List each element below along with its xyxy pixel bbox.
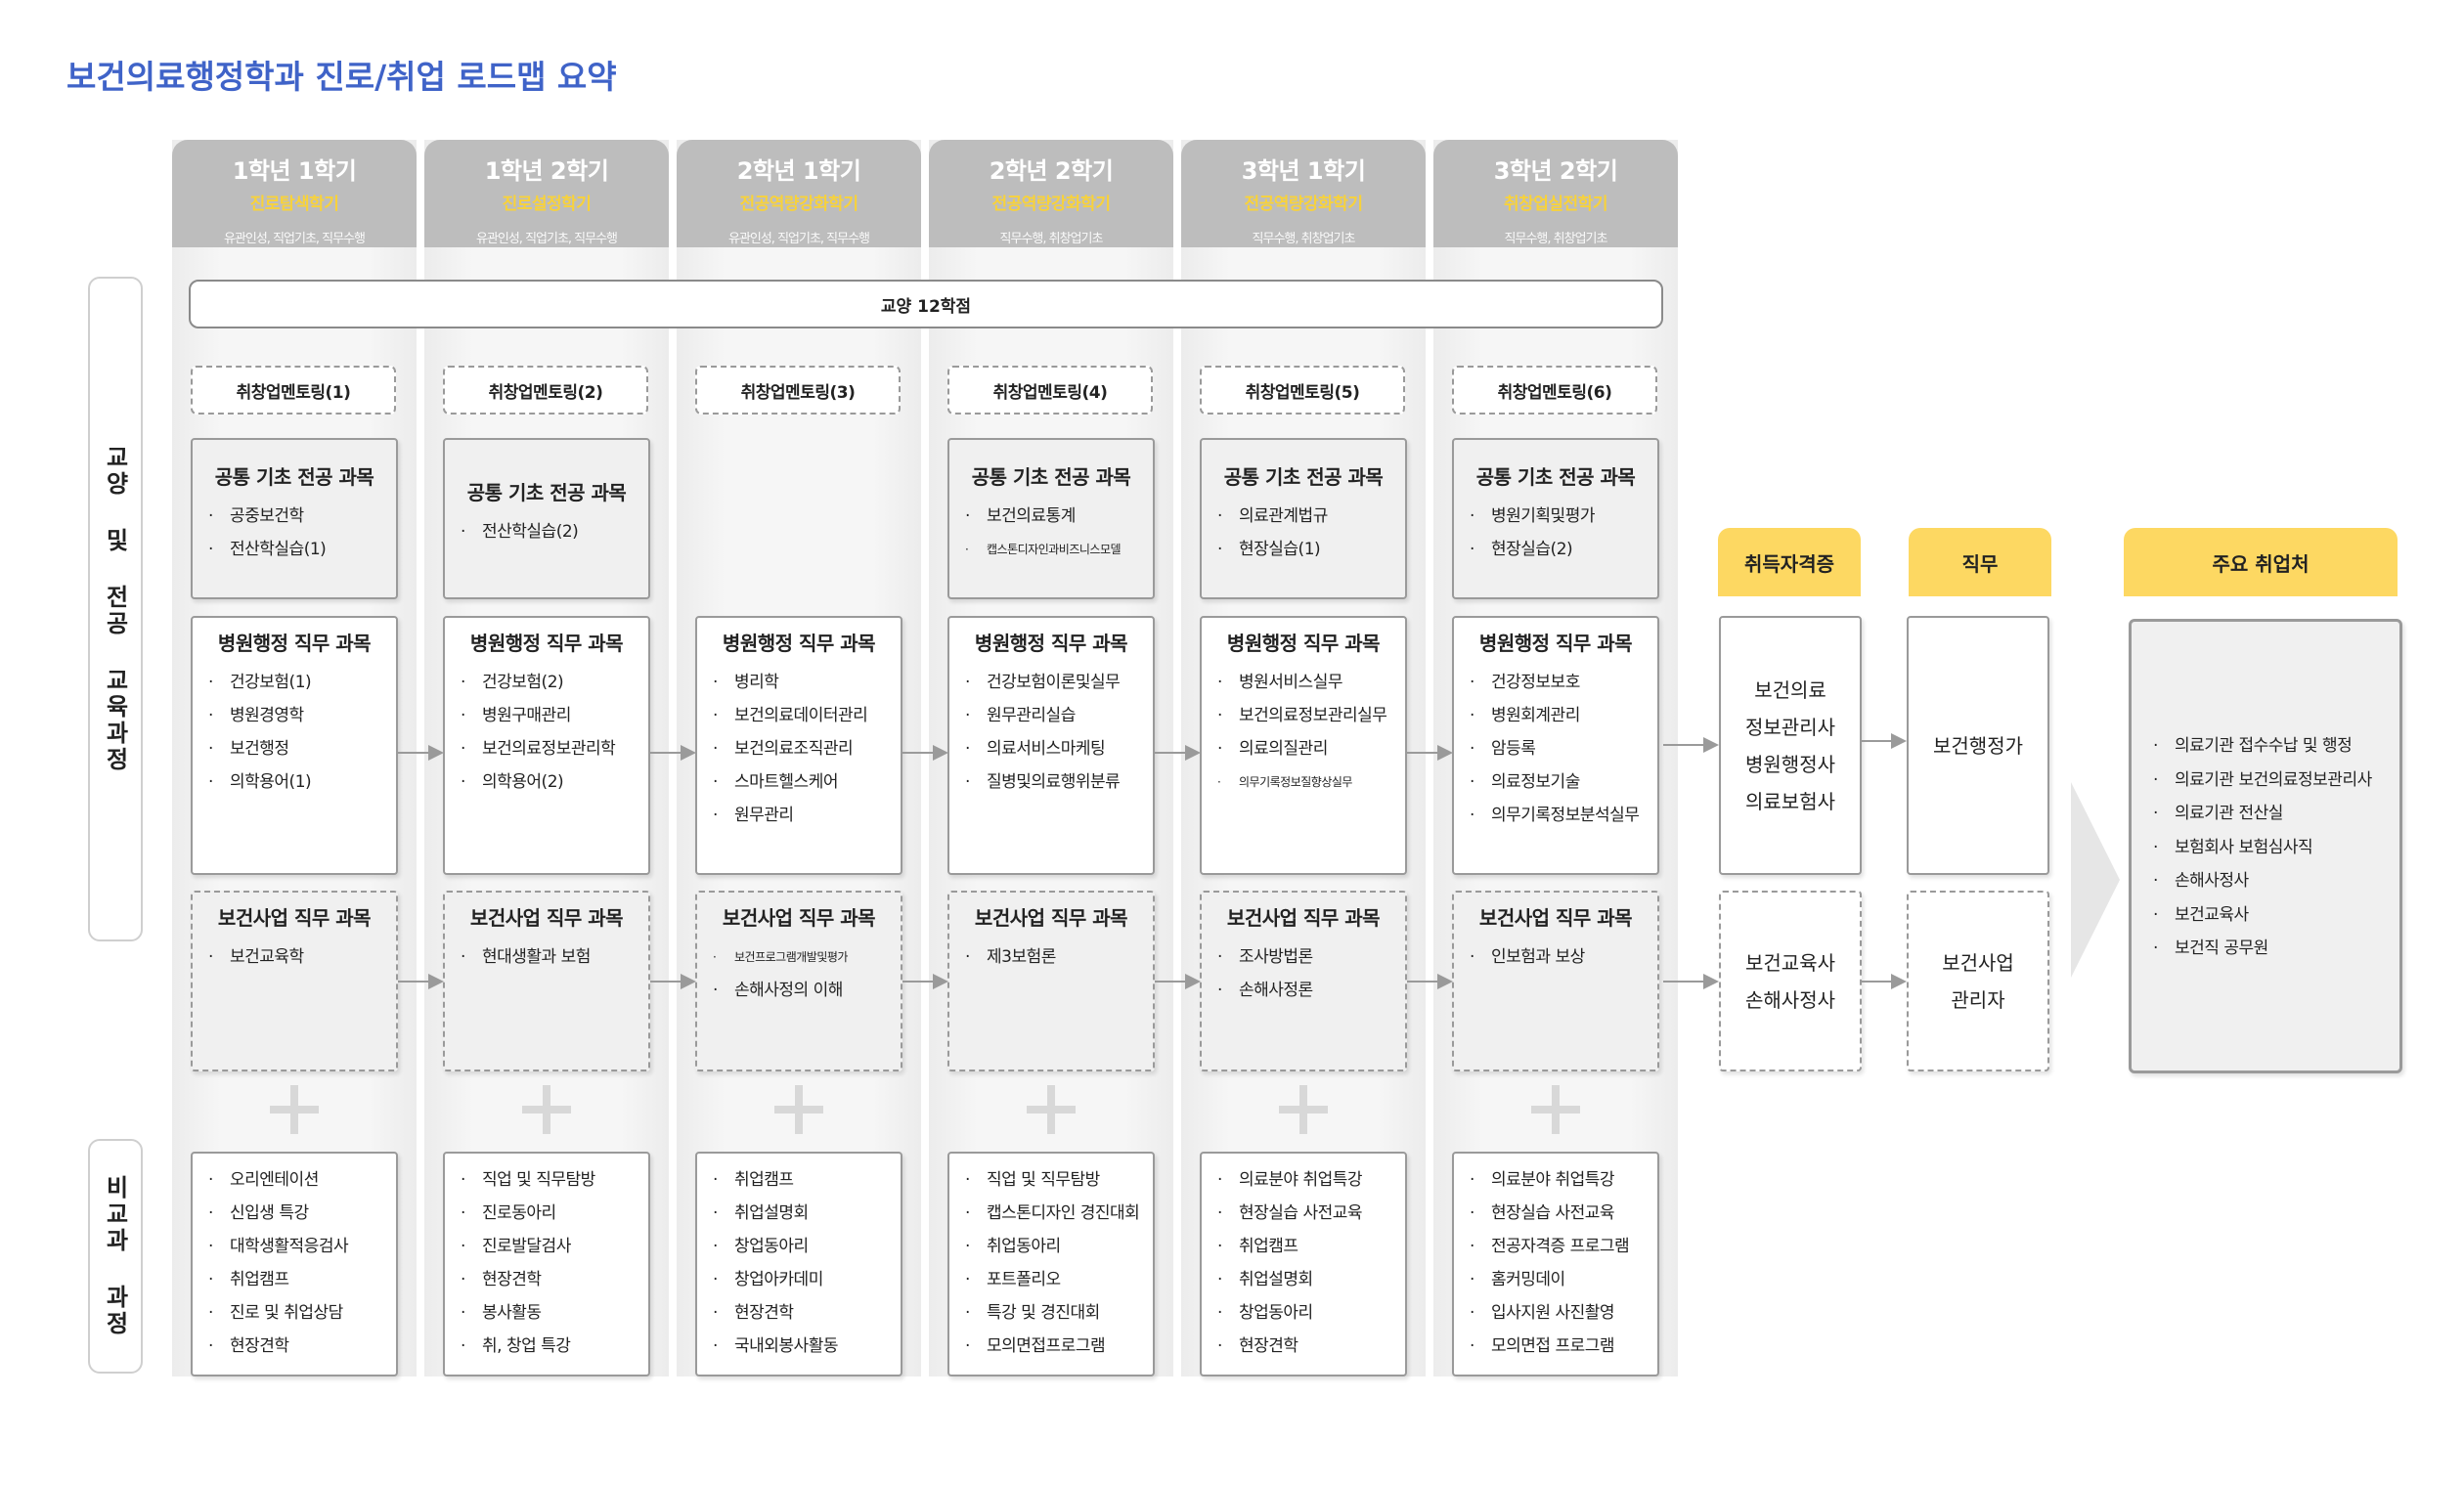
outcome-chevron: [2071, 782, 2120, 978]
flow-arrows: [398, 733, 2120, 989]
